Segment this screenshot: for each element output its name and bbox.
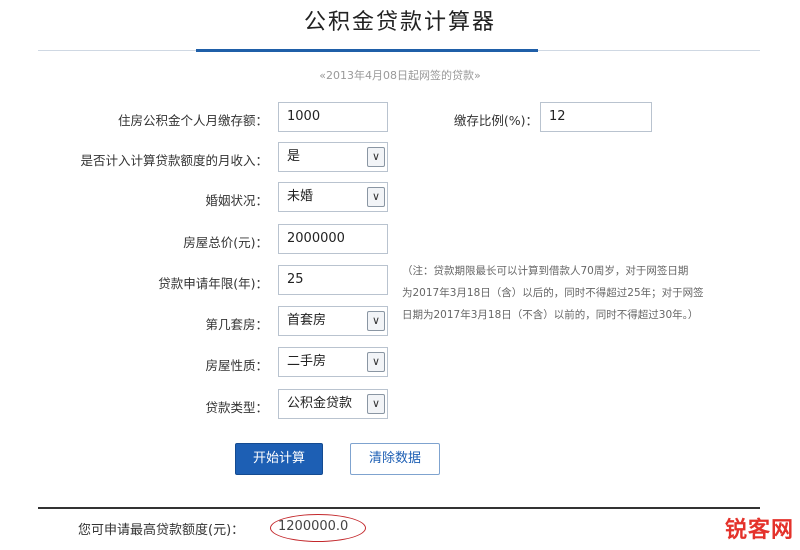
loan-type-label: 贷款类型：: [205, 400, 268, 415]
house-type-label: 房屋性质：: [205, 358, 268, 373]
monthly-deposit-input[interactable]: 1000: [278, 102, 388, 132]
note-line: 为2017年3月18日（含）以后的，同时不得超过25年；对于网签: [402, 287, 704, 299]
deposit-ratio-input[interactable]: 12: [540, 102, 652, 132]
page-title: 公积金贷款计算器: [303, 10, 496, 35]
loan-term-note: （注：贷款期限最长可以计算到借款人70周岁，对于网签日期 为2017年3月18日…: [402, 260, 762, 326]
house-count-label: 第几套房：: [205, 317, 268, 332]
site-logo: 锐客网: [724, 518, 794, 543]
loan-years-input[interactable]: 25: [278, 265, 388, 295]
marital-status-label: 婚姻状况：: [205, 193, 268, 208]
chevron-down-icon[interactable]: ∨: [367, 187, 385, 207]
result-label: 您可申请最高贷款额度(元)：: [78, 523, 245, 538]
house-price-label: 房屋总价(元)：: [183, 235, 268, 250]
monthly-deposit-label: 住房公积金个人月缴存额：: [117, 113, 268, 128]
page-subtitle: «2013年4月08日起网签的贷款»: [319, 69, 481, 82]
result-divider: [38, 507, 760, 509]
calculate-button[interactable]: 开始计算: [235, 443, 323, 475]
include-income-label: 是否计入计算贷款额度的月收入：: [80, 153, 268, 168]
loan-years-label: 贷款申请年限(年)：: [158, 276, 268, 291]
include-income-value: 是: [287, 149, 301, 164]
note-line: 日期为2017年3月18日（不含）以前的，同时不得超过30年。）: [402, 309, 699, 321]
deposit-ratio-label: 缴存比例(%)：: [453, 113, 538, 128]
house-count-select[interactable]: 首套房 ∨: [278, 306, 388, 336]
marital-status-select[interactable]: 未婚 ∨: [278, 182, 388, 212]
house-count-value: 首套房: [287, 313, 327, 328]
loan-type-value: 公积金贷款: [287, 396, 353, 411]
chevron-down-icon[interactable]: ∨: [367, 311, 385, 331]
house-type-value: 二手房: [287, 354, 327, 369]
chevron-down-icon[interactable]: ∨: [367, 394, 385, 414]
result-annotation-circle: [270, 514, 366, 542]
note-line: （注：贷款期限最长可以计算到借款人70周岁，对于网签日期: [402, 265, 689, 277]
house-price-input[interactable]: 2000000: [278, 224, 388, 254]
header-divider-accent: [196, 49, 538, 52]
chevron-down-icon[interactable]: ∨: [367, 147, 385, 167]
include-income-select[interactable]: 是 ∨: [278, 142, 388, 172]
clear-button[interactable]: 清除数据: [350, 443, 440, 475]
chevron-down-icon[interactable]: ∨: [367, 352, 385, 372]
loan-type-select[interactable]: 公积金贷款 ∨: [278, 389, 388, 419]
house-type-select[interactable]: 二手房 ∨: [278, 347, 388, 377]
marital-status-value: 未婚: [287, 189, 314, 204]
